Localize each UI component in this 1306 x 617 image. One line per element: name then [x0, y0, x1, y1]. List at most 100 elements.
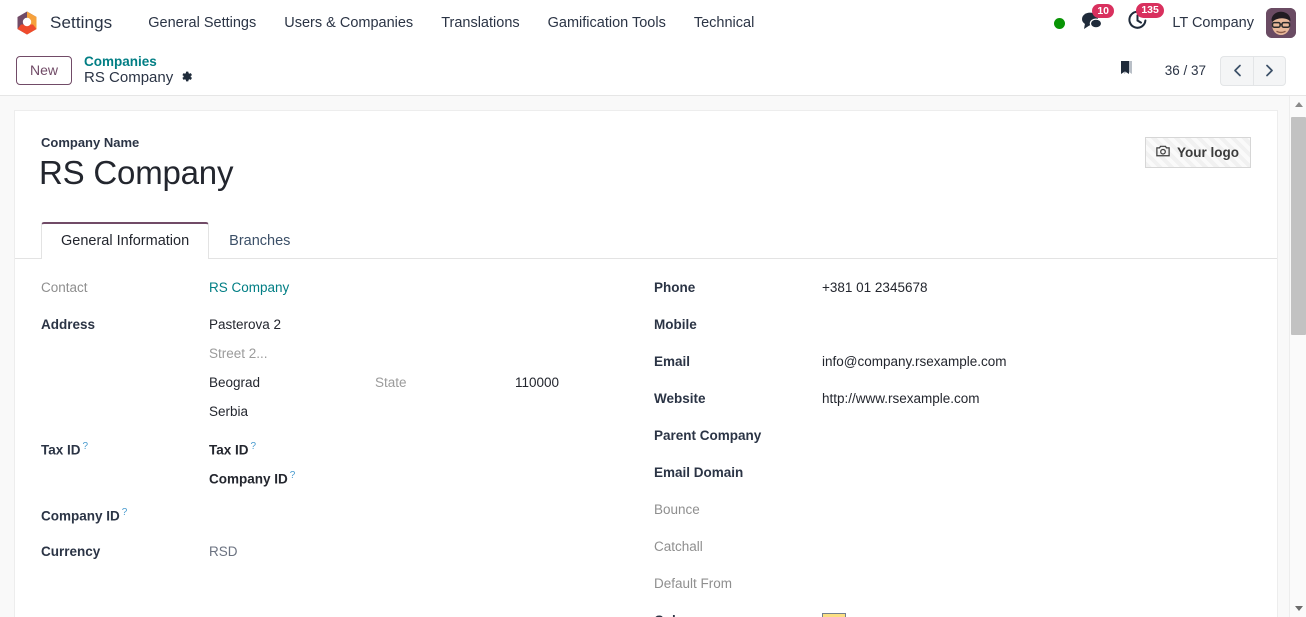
- activities-count-badge: 135: [1136, 3, 1164, 18]
- menu-item-users-companies[interactable]: Users & Companies: [270, 11, 427, 35]
- main-menu: General Settings Users & Companies Trans…: [134, 11, 768, 35]
- pager-value[interactable]: 36 / 37: [1165, 63, 1206, 78]
- breadcrumb-current: RS Company: [84, 69, 193, 88]
- field-currency-value[interactable]: RSD: [209, 541, 636, 561]
- field-city-value[interactable]: Beograd: [209, 375, 375, 390]
- menu-item-technical[interactable]: Technical: [680, 11, 768, 35]
- field-color-value: [822, 610, 1251, 617]
- field-color: Color: [654, 610, 1251, 617]
- field-catchall-label: Catchall: [654, 539, 703, 555]
- field-parent-company-label: Parent Company: [654, 428, 762, 444]
- color-swatch[interactable]: [822, 613, 846, 617]
- bookmark-icon[interactable]: [1117, 58, 1137, 83]
- field-email-label: Email: [654, 354, 691, 370]
- field-zip-value[interactable]: 110000: [515, 375, 636, 390]
- field-bounce-label: Bounce: [654, 502, 700, 518]
- field-currency: Currency RSD: [41, 541, 636, 569]
- field-tax-id-value-help-icon[interactable]: ?: [251, 441, 257, 452]
- company-logo-placeholder[interactable]: Your logo: [1145, 137, 1251, 168]
- field-mobile-value[interactable]: [822, 314, 1251, 334]
- field-company-id-value[interactable]: [209, 504, 636, 524]
- menu-item-translations[interactable]: Translations: [427, 11, 533, 35]
- field-address-country: Serbia: [41, 401, 636, 429]
- field-company-id-inline: Company ID?: [41, 467, 636, 495]
- address-city-line: Beograd State 110000: [209, 372, 636, 392]
- avatar[interactable]: [1266, 8, 1296, 38]
- pager-previous-button[interactable]: [1220, 55, 1253, 86]
- field-email-domain: Email Domain: [654, 462, 1251, 490]
- field-catchall: Catchall: [654, 536, 1251, 564]
- new-button[interactable]: New: [16, 55, 73, 86]
- form-view-background: Your logo Company Name RS Company Genera…: [0, 96, 1306, 617]
- field-catchall-value: [822, 536, 1251, 556]
- company-name-label: Company Name: [41, 135, 140, 150]
- tab-general-information[interactable]: General Information: [41, 222, 210, 260]
- field-bounce-value: [822, 499, 1251, 519]
- field-tax-id-value-text: Tax ID: [209, 442, 249, 458]
- form-column-left: Contact RS Company Address Pasterova 2 S…: [41, 277, 646, 617]
- company-logo-placeholder-label: Your logo: [1177, 144, 1239, 160]
- field-phone-value[interactable]: +381 01 2345678: [822, 277, 1251, 297]
- scroll-up-arrow-icon[interactable]: [1290, 96, 1306, 113]
- scroll-down-arrow-icon[interactable]: [1290, 600, 1306, 617]
- field-parent-company-value[interactable]: [822, 425, 1251, 445]
- field-address-spacer: [41, 343, 209, 346]
- field-bounce: Bounce: [654, 499, 1251, 527]
- field-email: Email info@company.rsexample.com: [654, 351, 1251, 379]
- field-company-id-inline-value[interactable]: Company ID?: [209, 467, 636, 487]
- field-parent-company: Parent Company: [654, 425, 1251, 453]
- breadcrumb-item-companies[interactable]: Companies: [84, 54, 193, 69]
- field-email-value[interactable]: info@company.rsexample.com: [822, 351, 1251, 371]
- messages-count-badge: 10: [1092, 3, 1115, 19]
- field-address-label: Address: [41, 317, 96, 333]
- breadcrumb: Companies RS Company: [84, 54, 193, 88]
- camera-icon: [1156, 144, 1170, 160]
- field-company-id-label-text: Company ID: [41, 508, 120, 524]
- scrollbar-thumb[interactable]: [1291, 117, 1306, 335]
- field-website-label: Website: [654, 391, 706, 407]
- field-address-street2: Street 2...: [41, 343, 636, 371]
- vertical-scrollbar[interactable]: [1289, 96, 1306, 617]
- field-tax-id-label: Tax ID?: [41, 438, 209, 458]
- field-email-domain-value[interactable]: [822, 462, 1251, 482]
- app-brand-name[interactable]: Settings: [50, 13, 112, 33]
- menu-item-general-settings[interactable]: General Settings: [134, 11, 270, 35]
- field-company-id-label: Company ID?: [41, 504, 209, 524]
- field-state-placeholder[interactable]: State: [375, 375, 515, 390]
- field-company-id: Company ID?: [41, 504, 636, 532]
- field-address-spacer-3: [41, 401, 209, 404]
- notebook-tabs: General Information Branches: [15, 221, 1277, 260]
- messages-button[interactable]: 10: [1081, 3, 1115, 36]
- field-tax-id-help-icon[interactable]: ?: [83, 441, 89, 452]
- field-company-id-spacer: [41, 467, 209, 470]
- breadcrumb-current-label: RS Company: [84, 69, 174, 87]
- field-country-value[interactable]: Serbia: [209, 401, 636, 421]
- field-website-value[interactable]: http://www.rsexample.com: [822, 388, 1251, 408]
- pager-next-button[interactable]: [1253, 55, 1286, 86]
- field-default-from-label: Default From: [654, 576, 733, 592]
- field-tax-id: Tax ID? Tax ID?: [41, 438, 636, 466]
- activities-button[interactable]: 135: [1127, 3, 1164, 36]
- tab-branches[interactable]: Branches: [209, 223, 310, 259]
- field-company-id-inline-help-icon[interactable]: ?: [290, 470, 296, 481]
- field-street-value[interactable]: Pasterova 2: [209, 314, 636, 334]
- general-information-form: Contact RS Company Address Pasterova 2 S…: [41, 259, 1251, 617]
- field-contact-value[interactable]: RS Company: [209, 277, 636, 297]
- field-company-id-help-icon[interactable]: ?: [122, 507, 128, 518]
- page-title[interactable]: RS Company: [39, 152, 1251, 193]
- top-navbar: Settings General Settings Users & Compan…: [0, 0, 1306, 46]
- scrollbar-track[interactable]: [1290, 113, 1306, 600]
- menu-item-gamification-tools[interactable]: Gamification Tools: [534, 11, 680, 35]
- gear-icon[interactable]: [180, 70, 193, 88]
- field-phone-label: Phone: [654, 280, 696, 296]
- field-default-from-value: [822, 573, 1251, 593]
- field-address-street: Address Pasterova 2: [41, 314, 636, 342]
- field-contact: Contact RS Company: [41, 277, 636, 305]
- field-street2-placeholder[interactable]: Street 2...: [209, 343, 636, 363]
- odoo-logo-icon[interactable]: [14, 10, 40, 36]
- user-menu-label[interactable]: LT Company: [1172, 15, 1254, 31]
- field-phone: Phone +381 01 2345678: [654, 277, 1251, 305]
- field-tax-id-value[interactable]: Tax ID?: [209, 438, 636, 458]
- field-contact-label: Contact: [41, 280, 88, 296]
- navbar-systray: 10 135 LT Company: [1054, 3, 1306, 38]
